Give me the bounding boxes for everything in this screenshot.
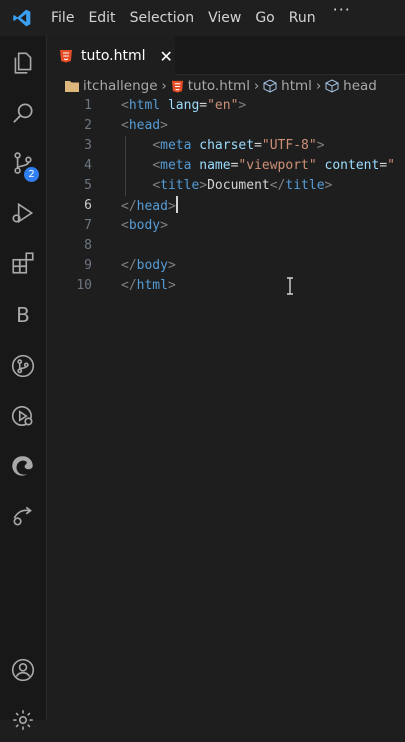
live-share-icon[interactable] (0, 494, 46, 538)
breadcrumb-folder-label: itchallenge (83, 78, 158, 94)
chevron-right-icon: › (315, 78, 322, 94)
code-editor[interactable]: 1 <html lang="en"> 2 <head> 3 <meta charset=… (47, 96, 405, 720)
remote-explorer-icon[interactable] (0, 394, 46, 438)
code-text: </html> (121, 278, 176, 293)
code-text: <body> (121, 218, 168, 233)
activity-bar: 2 B (0, 36, 47, 730)
breadcrumb-head[interactable]: head (325, 78, 377, 94)
menu-run[interactable]: Run (282, 0, 323, 36)
line-number: 6 (84, 198, 92, 213)
run-debug-icon[interactable] (0, 191, 46, 235)
code-line[interactable]: 4 <meta name="viewport" content=" (47, 156, 405, 176)
settings-gear-icon[interactable] (0, 698, 46, 742)
code-line[interactable]: 3 <meta charset="UTF-8"> (47, 136, 405, 156)
code-text: </head> (121, 196, 178, 217)
explorer-icon[interactable] (0, 41, 46, 85)
line-number: 2 (84, 118, 92, 133)
tab-label: tuto.html (81, 48, 146, 64)
breadcrumb-html[interactable]: html (263, 78, 312, 94)
breadcrumb-file-label: tuto.html (187, 78, 250, 94)
b-extension-item[interactable]: B (0, 293, 46, 337)
edge-devtools-icon[interactable] (0, 444, 46, 488)
line-number: 10 (76, 278, 92, 293)
line-number: 3 (84, 138, 92, 153)
element-icon (325, 79, 339, 93)
code-line[interactable]: 8 (47, 236, 405, 256)
tab-tuto-html[interactable]: tuto.html ✕ (47, 36, 175, 75)
code-line[interactable]: 9 </body> (47, 256, 405, 276)
title-bar: File Edit Selection View Go Run ··· (0, 0, 405, 36)
code-line[interactable]: 1 <html lang="en"> (47, 96, 405, 116)
chevron-right-icon: › (161, 78, 167, 94)
extensions-icon[interactable] (0, 241, 46, 285)
vscode-logo-icon[interactable] (0, 0, 44, 36)
folder-icon (65, 81, 79, 92)
text-caret (175, 196, 178, 213)
source-control-icon[interactable]: 2 (0, 141, 46, 185)
code-line[interactable]: 5 <title>Document</title> (47, 176, 405, 196)
menu-go[interactable]: Go (248, 0, 281, 36)
breadcrumb: itchallenge › tuto.html › html › head (47, 75, 405, 97)
code-text: </body> (121, 258, 176, 273)
breadcrumb-head-label: head (343, 78, 377, 94)
code-text: <title>Document</title> (152, 178, 333, 193)
menu-edit[interactable]: Edit (81, 0, 122, 36)
code-text: <html lang="en"> (121, 98, 247, 113)
breadcrumb-folder[interactable]: itchallenge (65, 78, 158, 94)
html5-file-icon (171, 80, 183, 93)
menu-bar: File Edit Selection View Go Run ··· (44, 0, 361, 36)
b-extension-label: B (16, 303, 30, 327)
code-line[interactable]: 10 </html> (47, 276, 405, 296)
code-line[interactable]: 7 <body> (47, 216, 405, 236)
editor-tab-bar: tuto.html ✕ (47, 36, 405, 75)
menu-view[interactable]: View (201, 0, 248, 36)
menu-selection[interactable]: Selection (123, 0, 202, 36)
line-number: 4 (84, 158, 92, 173)
search-icon[interactable] (0, 91, 46, 135)
line-number: 8 (84, 238, 92, 253)
code-text: <meta name="viewport" content=" (152, 158, 395, 173)
close-icon[interactable]: ✕ (160, 47, 173, 66)
menu-more-icon[interactable]: ··· (323, 0, 361, 36)
text-cursor-ibeam-icon (287, 277, 293, 295)
html5-file-icon (60, 50, 72, 63)
code-text: <head> (121, 118, 168, 133)
line-number: 5 (84, 178, 92, 193)
menu-file[interactable]: File (44, 0, 81, 36)
element-icon (263, 79, 277, 93)
code-text: <meta charset="UTF-8"> (152, 138, 325, 153)
line-number: 1 (84, 98, 92, 113)
breadcrumb-file[interactable]: tuto.html (171, 78, 250, 94)
accounts-icon[interactable] (0, 648, 46, 692)
git-graph-icon[interactable] (0, 344, 46, 388)
breadcrumb-html-label: html (281, 78, 312, 94)
line-number: 9 (84, 258, 92, 273)
line-number: 7 (84, 218, 92, 233)
source-control-badge: 2 (24, 167, 39, 182)
code-line[interactable]: 6 </head> (47, 196, 405, 216)
code-line[interactable]: 2 <head> (47, 116, 405, 136)
chevron-right-icon: › (253, 78, 260, 94)
